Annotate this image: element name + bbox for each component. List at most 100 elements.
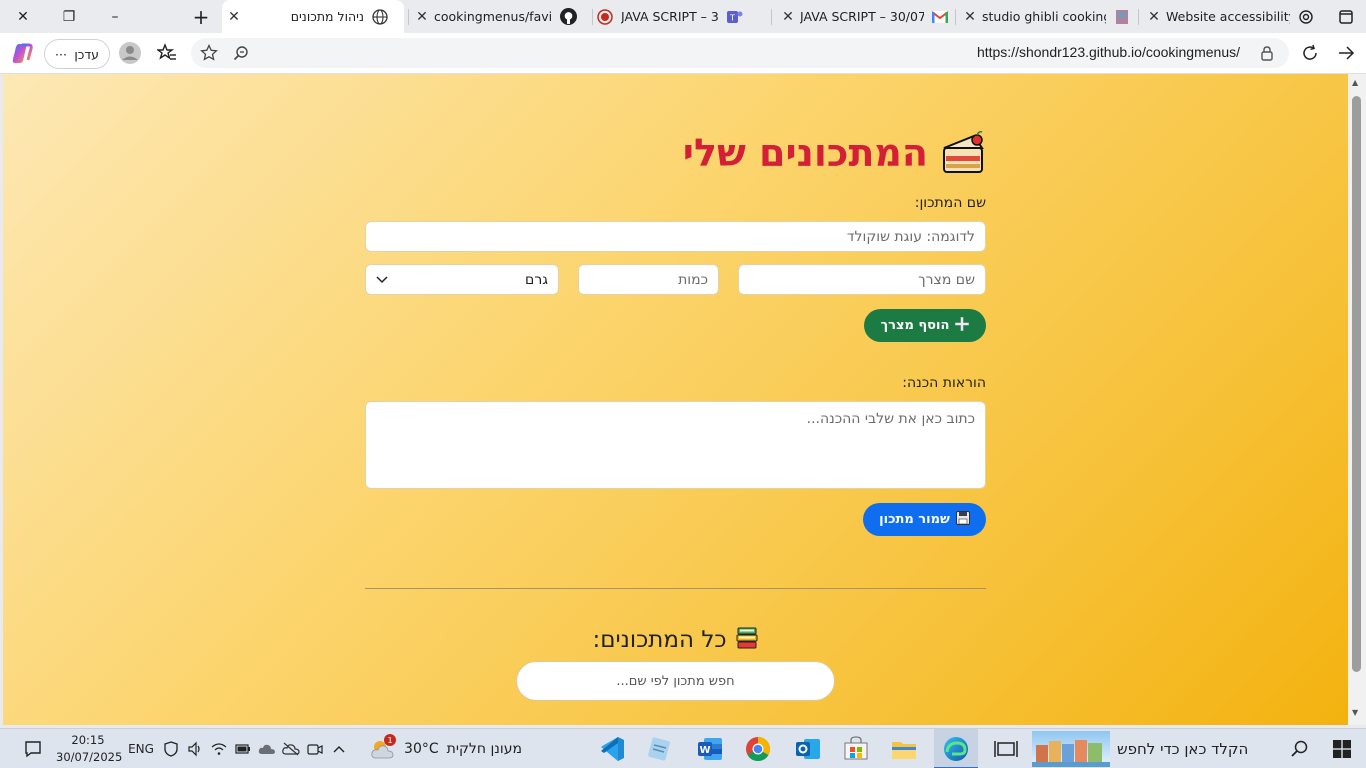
unit-select[interactable]: גרם bbox=[365, 264, 559, 295]
system-clock[interactable]: 20:15 30/07/2025 bbox=[56, 732, 122, 766]
all-recipes-heading: כל המתכונים: bbox=[365, 626, 986, 654]
svg-text:W: W bbox=[699, 745, 710, 756]
page-scrollbar[interactable]: ▲ ▼ bbox=[1348, 74, 1366, 725]
window-restore-button[interactable]: ❐ bbox=[56, 0, 82, 33]
copilot-icon[interactable] bbox=[8, 39, 36, 67]
profile-avatar[interactable] bbox=[117, 39, 143, 67]
security-icon[interactable] bbox=[160, 729, 182, 768]
go-forward-icon[interactable] bbox=[1334, 39, 1358, 67]
notifications-icon[interactable] bbox=[20, 729, 46, 768]
weather-cloud-icon: 1 bbox=[370, 734, 397, 760]
chevron-down-icon bbox=[376, 272, 388, 288]
task-view-icon[interactable] bbox=[992, 735, 1020, 763]
store-taskbar-icon[interactable] bbox=[842, 735, 870, 763]
record-icon bbox=[595, 7, 615, 27]
chrome-taskbar-icon[interactable] bbox=[744, 735, 772, 763]
close-tab-icon[interactable]: ✕ bbox=[958, 9, 982, 25]
recipe-name-placeholder: לדוגמה: עוגת שוקולד bbox=[846, 228, 975, 245]
camera-icon[interactable] bbox=[304, 729, 326, 768]
page-title-text: המתכונים שלי bbox=[682, 131, 928, 175]
notepad-taskbar-icon[interactable] bbox=[646, 735, 674, 763]
page-viewport: המתכונים שלי שם המתכון: לדוגמה: עוגת שוק… bbox=[3, 74, 1348, 725]
tab-separator bbox=[771, 9, 772, 25]
section-divider bbox=[365, 588, 986, 589]
close-tab-icon[interactable]: ✕ bbox=[410, 9, 434, 25]
unit-selected-value: גרם bbox=[525, 271, 548, 288]
gmail-icon bbox=[930, 7, 950, 27]
tab-actions-icon[interactable] bbox=[1334, 0, 1358, 33]
taskbar-search-text: הקלד כאן כדי לחפש bbox=[1117, 740, 1249, 758]
onedrive-icon[interactable] bbox=[256, 729, 278, 768]
tab-accessibility[interactable]: ✕ Website accessibility is bbox=[1142, 0, 1322, 33]
window-close-button[interactable]: ✕ bbox=[10, 0, 36, 33]
add-ingredient-button[interactable]: הוסף מצרך bbox=[864, 309, 986, 342]
language-indicator[interactable]: ENG bbox=[126, 729, 156, 768]
add-ingredient-label: הוסף מצרך bbox=[880, 318, 950, 333]
tab-teams[interactable]: JAVA SCRIPT – 30/ T bbox=[595, 0, 767, 33]
more-icon: ··· bbox=[55, 46, 67, 62]
tab-ghibli[interactable]: ✕ studio ghibli cooking G bbox=[958, 0, 1136, 33]
address-bar[interactable]: https://shondr123.github.io/cookingmenus… bbox=[191, 38, 1289, 68]
update-button[interactable]: ··· עדכן bbox=[44, 39, 110, 69]
taskbar-search-box[interactable]: הקלד כאן כדי לחפש bbox=[1117, 729, 1317, 768]
windows-start-icon[interactable] bbox=[1328, 729, 1356, 768]
window-minimize-button[interactable]: – bbox=[102, 0, 128, 33]
refresh-icon[interactable] bbox=[1298, 39, 1322, 67]
favorites-bar-icon[interactable] bbox=[154, 39, 180, 67]
all-recipes-title: כל המתכונים: bbox=[592, 627, 727, 653]
weather-widget[interactable]: מעונן חלקית 30°C 1 bbox=[366, 729, 526, 768]
search-highlight-image bbox=[1032, 731, 1110, 767]
page-title: המתכונים שלי bbox=[683, 130, 986, 176]
file-explorer-taskbar-icon[interactable] bbox=[890, 735, 918, 763]
tab-recipes[interactable]: ✕ ניהול מתכונים bbox=[222, 0, 404, 33]
tab-gmail[interactable]: ✕ JAVA SCRIPT – 30/07/2025 bbox=[776, 0, 952, 33]
search-icon[interactable] bbox=[1288, 729, 1310, 768]
close-tab-icon[interactable]: ✕ bbox=[222, 9, 246, 25]
search-placeholder: חפש מתכון לפי שם... bbox=[616, 673, 735, 689]
edge-taskbar-icon[interactable] bbox=[934, 729, 978, 768]
tab-separator bbox=[408, 9, 409, 25]
ingredient-name-input[interactable]: שם מצרך bbox=[738, 264, 986, 295]
cloud-off-icon[interactable] bbox=[280, 729, 302, 768]
globe-icon bbox=[370, 7, 390, 27]
volume-icon[interactable] bbox=[184, 729, 206, 768]
books-icon bbox=[735, 626, 759, 654]
recipe-search-input[interactable]: חפש מתכון לפי שם... bbox=[516, 661, 835, 701]
update-label: עדכן bbox=[74, 46, 99, 62]
instructions-textarea[interactable]: כתוב כאן את שלבי ההכנה... bbox=[365, 401, 986, 489]
teams-icon: T bbox=[725, 7, 745, 27]
tab-title: JAVA SCRIPT – 30/ bbox=[621, 9, 719, 24]
scroll-up-icon[interactable]: ▲ bbox=[1352, 78, 1358, 87]
github-icon bbox=[558, 7, 578, 27]
tab-separator bbox=[592, 9, 593, 25]
battery-icon[interactable] bbox=[232, 729, 254, 768]
save-recipe-button[interactable]: שמור מתכון bbox=[863, 503, 986, 536]
clock-time: 20:15 bbox=[71, 733, 105, 747]
recipe-name-input[interactable]: לדוגמה: עוגת שוקולד bbox=[365, 221, 986, 252]
quantity-input[interactable]: כמות bbox=[578, 264, 719, 295]
site-info-lock-icon[interactable] bbox=[1255, 39, 1279, 67]
scroll-down-icon[interactable]: ▼ bbox=[1352, 708, 1358, 717]
close-tab-icon[interactable]: ✕ bbox=[776, 9, 800, 25]
tab-github[interactable]: ✕ cookingmenus/favicon bbox=[410, 0, 588, 33]
tab-separator bbox=[955, 9, 956, 25]
windows-taskbar: 20:15 30/07/2025 ENG מעונן חלקית 30°C 1 … bbox=[0, 728, 1366, 768]
vscode-taskbar-icon[interactable] bbox=[598, 735, 626, 763]
chevron-up-icon[interactable] bbox=[328, 729, 350, 768]
url-text[interactable]: https://shondr123.github.io/cookingmenus… bbox=[977, 44, 1240, 60]
word-taskbar-icon[interactable]: W bbox=[696, 735, 724, 763]
screen: ✕ ❐ – + ✕ ניהול מתכונים ✕ cookingmenus/f… bbox=[0, 0, 1366, 768]
wifi-icon[interactable] bbox=[208, 729, 230, 768]
new-tab-button[interactable]: + bbox=[188, 0, 214, 33]
tab-title: ניהול מתכונים bbox=[290, 9, 364, 24]
outlook-taskbar-icon[interactable] bbox=[794, 735, 822, 763]
instructions-placeholder: כתוב כאן את שלבי ההכנה... bbox=[806, 411, 975, 427]
zoom-icon[interactable] bbox=[229, 39, 253, 67]
tab-title: cookingmenus/favicon bbox=[434, 9, 552, 24]
browser-toolbar: ··· עדכן https://shondr123.github.io/coo… bbox=[0, 33, 1366, 74]
add-favorite-icon[interactable] bbox=[197, 39, 221, 67]
close-tab-icon[interactable]: ✕ bbox=[1142, 9, 1166, 25]
scrollbar-thumb[interactable] bbox=[1352, 96, 1361, 672]
tab-title: JAVA SCRIPT – 30/07/2025 bbox=[800, 9, 924, 24]
openai-icon bbox=[1296, 7, 1316, 27]
